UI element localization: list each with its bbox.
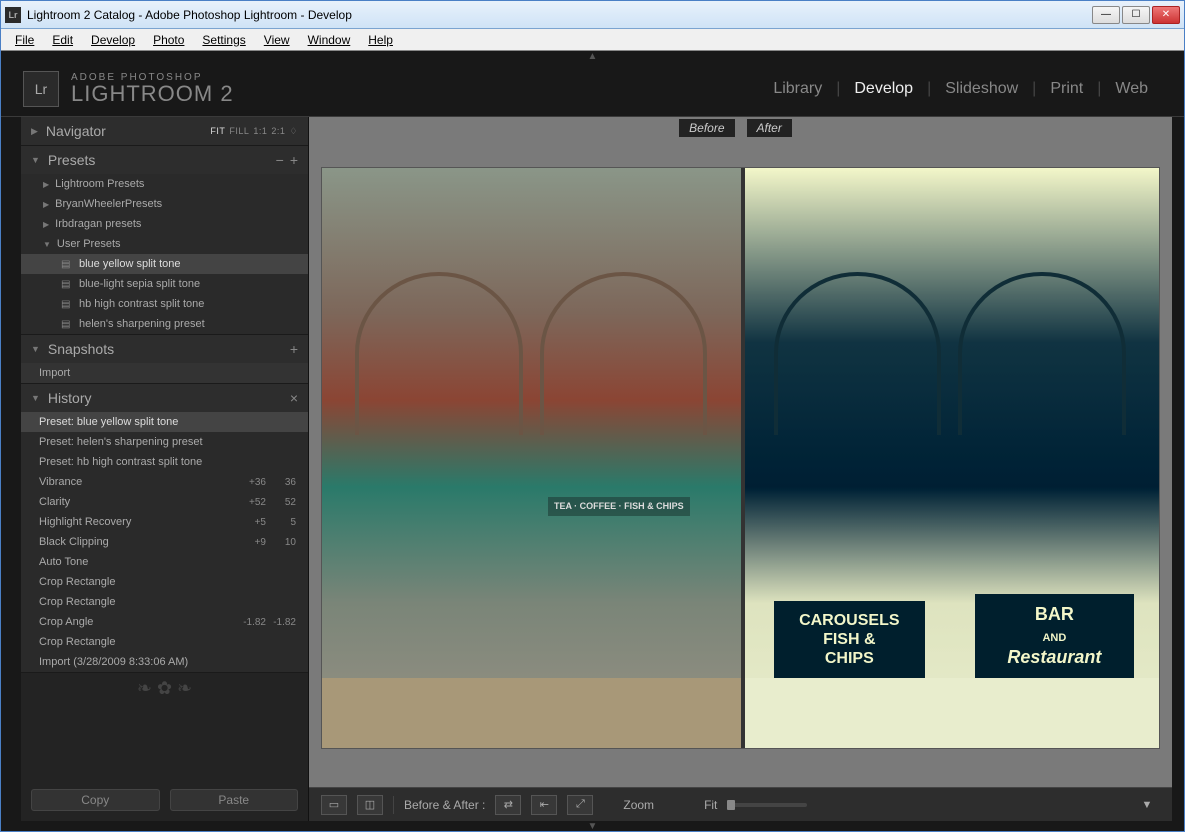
navigator-header[interactable]: ▶ Navigator FIT FILL 1:1 2:1 ♢ [21,117,308,145]
chevron-down-icon: ▼ [31,344,40,354]
module-slideshow[interactable]: Slideshow [931,80,1032,98]
preset-icon: ▤ [61,319,73,330]
swap-button[interactable]: ⇄ [495,795,521,815]
window-title: Lightroom 2 Catalog - Adobe Photoshop Li… [27,8,1092,22]
chevron-down-icon: ▼ [31,393,40,403]
before-image: TEA · COFFEE · FISH & CHIPS [322,168,741,748]
app-icon: Lr [5,7,21,23]
minimize-button[interactable]: — [1092,6,1120,24]
preset-group[interactable]: ▶Irbdragan presets [21,214,308,234]
sign-carousel: CAROUSELSFISH &CHIPS [774,601,925,679]
compare-divider[interactable] [741,168,745,748]
menu-window[interactable]: Window [300,31,359,49]
compare-view-button[interactable]: ◫ [357,795,383,815]
preset-group[interactable]: ▶BryanWheelerPresets [21,194,308,214]
module-web[interactable]: Web [1101,80,1162,98]
right-panel-toggle[interactable] [1172,117,1184,821]
clear-icon[interactable]: × [290,390,298,406]
history-item[interactable]: Preset: blue yellow split tone [21,412,308,432]
history-item[interactable]: Preset: helen's sharpening preset [21,432,308,452]
chevron-down-icon: ▼ [31,155,40,165]
copy-left-button[interactable]: ⇤ [531,795,557,815]
fit-label: Fit [704,798,717,812]
nav-fit[interactable]: FIT [210,126,225,136]
presets-header[interactable]: ▼ Presets − + [21,146,308,174]
develop-toolbar: ▭ ◫ Before & After : ⇄ ⇤ ⤢ Zoom Fit ▼ [309,787,1172,821]
snapshot-item[interactable]: Import [21,363,308,383]
menu-edit[interactable]: Edit [44,31,81,49]
sign-bar: BARANDRestaurant [975,594,1134,679]
app-header: Lr ADOBE PHOTOSHOP LIGHTROOM 2 Library |… [1,61,1184,117]
history-item[interactable]: Crop Angle-1.82-1.82 [21,612,308,632]
plus-icon[interactable]: + [290,341,298,357]
left-panel-toggle[interactable] [1,117,21,821]
close-button[interactable]: ✕ [1152,6,1180,24]
history-header[interactable]: ▼ History × [21,384,308,412]
preset-icon: ▤ [61,259,73,270]
menu-settings[interactable]: Settings [194,31,253,49]
chevron-right-icon: ▶ [31,126,38,137]
left-panel: ▶ Navigator FIT FILL 1:1 2:1 ♢ ▼ Presets… [21,117,309,821]
ornament-icon: ❧ ✿ ❧ [21,673,308,703]
module-picker: Library | Develop | Slideshow | Print | … [759,80,1162,98]
menu-view[interactable]: View [256,31,298,49]
history-item[interactable]: Clarity+5252 [21,492,308,512]
history-item[interactable]: Crop Rectangle [21,572,308,592]
nav-fill[interactable]: FILL [229,126,249,136]
preset-icon: ▤ [61,299,73,310]
preset-item[interactable]: ▤hb high contrast split tone [21,294,308,314]
history-item[interactable]: Vibrance+3636 [21,472,308,492]
history-item[interactable]: Crop Rectangle [21,632,308,652]
maximize-button[interactable]: ☐ [1122,6,1150,24]
module-print[interactable]: Print [1036,80,1097,98]
after-image: CAROUSELSFISH &CHIPS BARANDRestaurant [741,168,1160,748]
menu-develop[interactable]: Develop [83,31,143,49]
loupe-view-button[interactable]: ▭ [321,795,347,815]
menu-file[interactable]: File [7,31,42,49]
minus-icon[interactable]: − [276,152,284,168]
module-library[interactable]: Library [759,80,836,98]
zoom-slider[interactable] [727,803,807,807]
image-viewer: Before After TEA · COFFEE · FISH & CHIPS… [309,117,1172,821]
nav-2to1[interactable]: 2:1 [271,126,285,136]
preset-group[interactable]: ▼User Presets [21,234,308,254]
app-title: LIGHTROOM 2 [71,83,234,105]
plus-icon[interactable]: + [290,152,298,168]
before-label: Before [679,119,734,137]
module-develop[interactable]: Develop [840,80,927,98]
after-label: After [747,119,792,137]
nav-more-icon[interactable]: ♢ [289,126,298,137]
titlebar: Lr Lightroom 2 Catalog - Adobe Photoshop… [1,1,1184,29]
copy-right-button[interactable]: ⤢ [567,795,593,815]
zoom-label: Zoom [623,798,654,812]
nav-1to1[interactable]: 1:1 [253,126,267,136]
awning-text: TEA · COFFEE · FISH & CHIPS [548,497,690,516]
preset-item[interactable]: ▤blue-light sepia split tone [21,274,308,294]
copy-button[interactable]: Copy [31,789,160,811]
history-item[interactable]: Black Clipping+910 [21,532,308,552]
paste-button[interactable]: Paste [170,789,299,811]
menubar: File Edit Develop Photo Settings View Wi… [1,29,1184,51]
menu-help[interactable]: Help [360,31,401,49]
history-item[interactable]: Preset: hb high contrast split tone [21,452,308,472]
top-panel-toggle[interactable]: ▲ [1,51,1184,61]
preset-item[interactable]: ▤helen's sharpening preset [21,314,308,334]
history-item[interactable]: Auto Tone [21,552,308,572]
toolbar-chevron-icon[interactable]: ▼ [1134,795,1160,815]
history-item[interactable]: Import (3/28/2009 8:33:06 AM) [21,652,308,672]
before-after-label: Before & After : [404,798,485,812]
preset-group[interactable]: ▶Lightroom Presets [21,174,308,194]
filmstrip-toggle[interactable]: ▼ [1,821,1184,831]
snapshots-header[interactable]: ▼ Snapshots + [21,335,308,363]
history-item[interactable]: Highlight Recovery+55 [21,512,308,532]
compare-photo[interactable]: TEA · COFFEE · FISH & CHIPS CAROUSELSFIS… [321,167,1160,749]
preset-item[interactable]: ▤blue yellow split tone [21,254,308,274]
lightroom-logo-icon: Lr [23,71,59,107]
history-item[interactable]: Crop Rectangle [21,592,308,612]
menu-photo[interactable]: Photo [145,31,192,49]
preset-icon: ▤ [61,279,73,290]
